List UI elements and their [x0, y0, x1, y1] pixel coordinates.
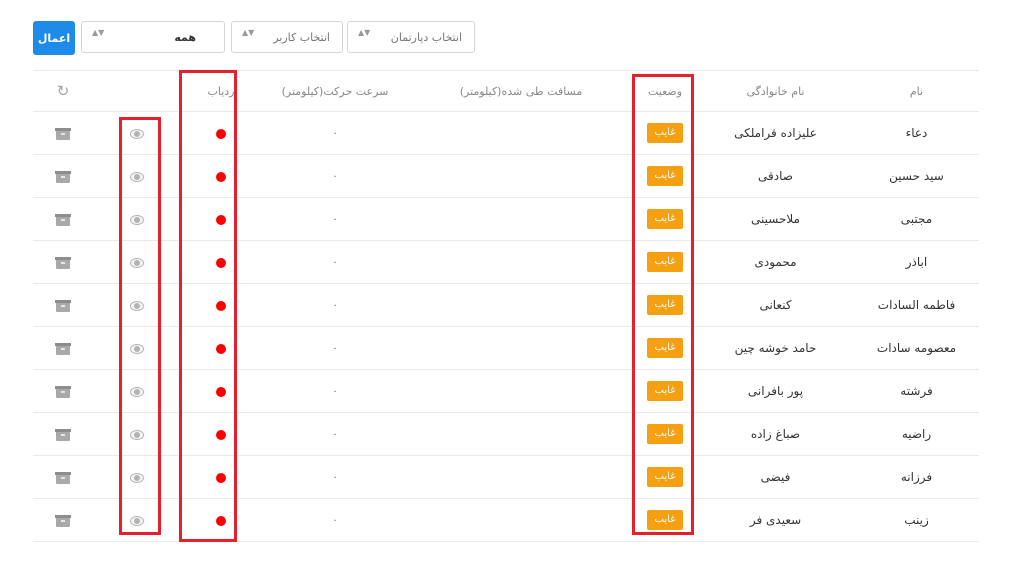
refresh-header: ↻	[33, 70, 93, 112]
select-arrow-icon: ▲▼	[358, 28, 371, 37]
archive-icon[interactable]	[55, 127, 71, 140]
user-select[interactable]: ▲▼ انتخاب کاربر	[231, 21, 343, 53]
speed-cell: ۰	[261, 111, 409, 155]
archive-icon[interactable]	[55, 428, 71, 441]
name-cell: فاطمه السادات	[854, 283, 979, 327]
employees-table: ↻ ردیاب سرعت حرکت(کیلومتر) مسافت طی شده(…	[33, 70, 979, 542]
speed-cell: ۰	[261, 412, 409, 456]
archive-cell	[33, 326, 93, 370]
speed-cell: ۰	[261, 240, 409, 284]
distance-cell	[409, 498, 633, 542]
speed-cell: ۰	[261, 326, 409, 370]
archive-cell	[33, 412, 93, 456]
archive-icon[interactable]	[55, 170, 71, 183]
table-row: ۰ غایب پور بافرانی فرشته	[33, 369, 979, 413]
distance-cell	[409, 111, 633, 155]
status-column-highlight	[632, 74, 694, 535]
department-select-placeholder: انتخاب دپارتمان	[390, 31, 462, 44]
speed-cell: ۰	[261, 369, 409, 413]
archive-cell	[33, 283, 93, 327]
refresh-icon[interactable]: ↻	[57, 82, 70, 100]
table-row: ۰ غایب سعیدی فر زینب	[33, 498, 979, 542]
name-cell: زینب	[854, 498, 979, 542]
distance-cell	[409, 455, 633, 499]
name-cell: دعاء	[854, 111, 979, 155]
archive-icon[interactable]	[55, 256, 71, 269]
name-cell: فرشته	[854, 369, 979, 413]
table-row: ۰ غایب فیضی فرزانه	[33, 455, 979, 499]
view-header	[93, 70, 181, 112]
status-filter-value: همه	[174, 31, 196, 44]
distance-cell	[409, 369, 633, 413]
table-row: ۰ غایب کنعانی فاطمه السادات	[33, 283, 979, 327]
family-cell: صباغ زاده	[697, 412, 854, 456]
family-cell: سعیدی فر	[697, 498, 854, 542]
archive-cell	[33, 197, 93, 241]
table-row: ۰ غایب ملاحسینی مجتبی	[33, 197, 979, 241]
table-header-row: ↻ ردیاب سرعت حرکت(کیلومتر) مسافت طی شده(…	[33, 70, 979, 112]
archive-cell	[33, 111, 93, 155]
archive-icon[interactable]	[55, 514, 71, 527]
family-cell: فیضی	[697, 455, 854, 499]
name-cell: معصومه سادات	[854, 326, 979, 370]
table-row: ۰ غایب علیزاده قراملکی دعاء	[33, 111, 979, 155]
archive-cell	[33, 240, 93, 284]
family-cell: حامد خوشه چین	[697, 326, 854, 370]
view-column-highlight	[119, 117, 161, 535]
archive-cell	[33, 154, 93, 198]
family-cell: علیزاده قراملکی	[697, 111, 854, 155]
distance-cell	[409, 283, 633, 327]
speed-cell: ۰	[261, 498, 409, 542]
table-row: ۰ غایب محمودی اباذر	[33, 240, 979, 284]
speed-cell: ۰	[261, 154, 409, 198]
archive-cell	[33, 455, 93, 499]
family-cell: پور بافرانی	[697, 369, 854, 413]
table-body: ۰ غایب علیزاده قراملکی دعاء ۰ غایب صادقی…	[33, 111, 979, 542]
user-select-placeholder: انتخاب کاربر	[273, 31, 330, 44]
family-cell: ملاحسینی	[697, 197, 854, 241]
select-arrow-icon: ▲▼	[242, 28, 255, 37]
speed-cell: ۰	[261, 197, 409, 241]
distance-cell	[409, 197, 633, 241]
family-cell: صادقی	[697, 154, 854, 198]
apply-button[interactable]: اعمال	[33, 21, 75, 55]
distance-cell	[409, 154, 633, 198]
select-arrow-icon: ▲▼	[92, 28, 105, 37]
department-select[interactable]: ▲▼ انتخاب دپارتمان	[347, 21, 475, 53]
archive-icon[interactable]	[55, 342, 71, 355]
family-header: نام خانوادگی	[697, 70, 854, 112]
name-cell: راضیه	[854, 412, 979, 456]
name-cell: فرزانه	[854, 455, 979, 499]
family-cell: محمودی	[697, 240, 854, 284]
archive-icon[interactable]	[55, 471, 71, 484]
name-cell: سید حسین	[854, 154, 979, 198]
archive-icon[interactable]	[55, 213, 71, 226]
archive-icon[interactable]	[55, 299, 71, 312]
distance-cell	[409, 240, 633, 284]
table-row: ۰ غایب صباغ زاده راضیه	[33, 412, 979, 456]
speed-cell: ۰	[261, 283, 409, 327]
name-header: نام	[854, 70, 979, 112]
archive-cell	[33, 369, 93, 413]
speed-header: سرعت حرکت(کیلومتر)	[261, 70, 409, 112]
status-filter-select[interactable]: ▲▼ همه	[81, 21, 225, 53]
family-cell: کنعانی	[697, 283, 854, 327]
name-cell: اباذر	[854, 240, 979, 284]
table-row: ۰ غایب حامد خوشه چین معصومه سادات	[33, 326, 979, 370]
distance-header: مسافت طی شده(کیلومتر)	[409, 70, 633, 112]
tracking-column-highlight	[179, 70, 237, 542]
table-row: ۰ غایب صادقی سید حسین	[33, 154, 979, 198]
distance-cell	[409, 326, 633, 370]
archive-icon[interactable]	[55, 385, 71, 398]
name-cell: مجتبی	[854, 197, 979, 241]
speed-cell: ۰	[261, 455, 409, 499]
distance-cell	[409, 412, 633, 456]
archive-cell	[33, 498, 93, 542]
